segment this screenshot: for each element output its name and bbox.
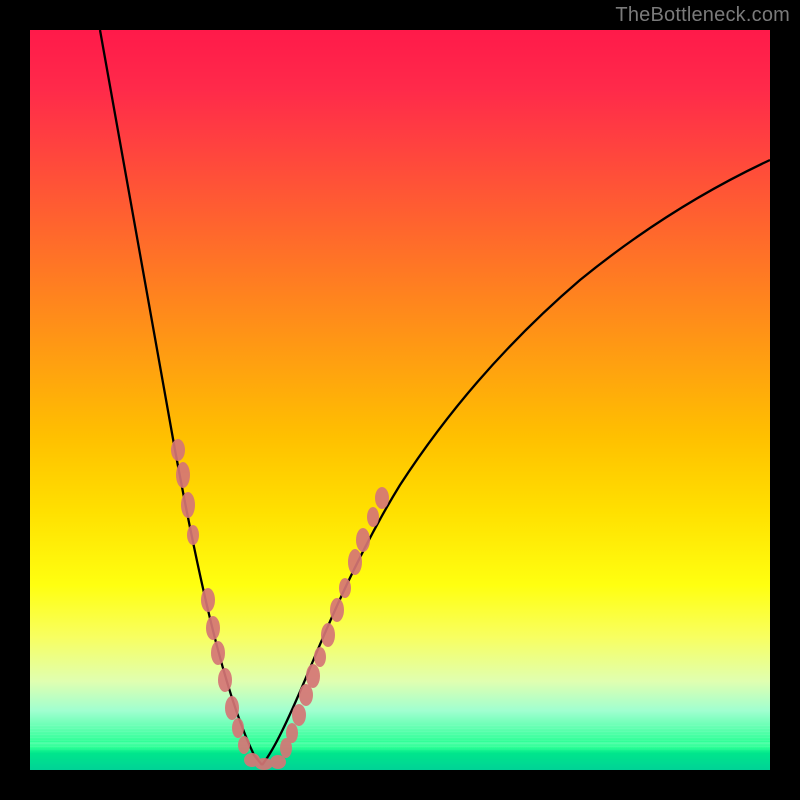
chart-plot-area xyxy=(30,30,770,770)
watermark-text: TheBottleneck.com xyxy=(615,4,790,27)
green-baseline-band xyxy=(30,742,770,770)
